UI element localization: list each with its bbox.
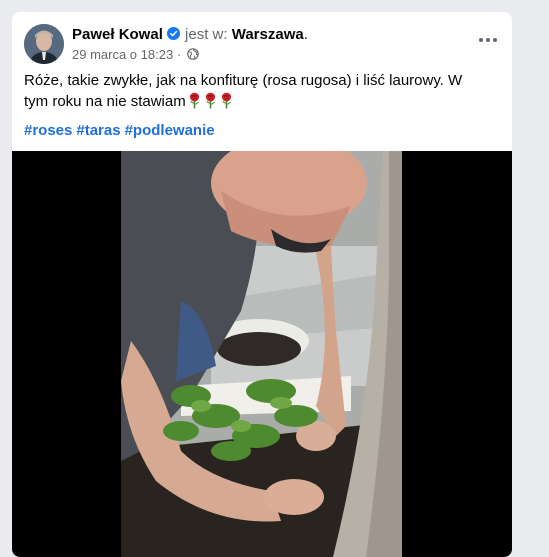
globe-icon	[186, 48, 199, 60]
timestamp-separator: ·	[176, 47, 182, 62]
post-text: Róże, takie zwykłe, jak na konfiturę (ro…	[24, 70, 484, 112]
rose-icon	[187, 92, 202, 109]
video-still-image	[121, 151, 402, 557]
avatar-photo	[24, 24, 64, 64]
location-link[interactable]: Warszawa	[232, 26, 304, 43]
author-name[interactable]: Paweł Kowal	[72, 26, 163, 43]
video-player[interactable]	[12, 151, 512, 557]
hashtag-link[interactable]: #taras	[76, 122, 120, 139]
video-frame[interactable]	[121, 151, 402, 557]
post-header: Paweł Kowal jest w: Warszawa. 29 marca o…	[72, 25, 308, 63]
avatar[interactable]	[24, 24, 64, 64]
hashtag-link[interactable]: #podlewanie	[125, 122, 215, 139]
verified-badge-icon	[166, 26, 180, 40]
hashtags: #roses #taras #podlewanie	[24, 120, 219, 141]
rose-icon	[203, 92, 218, 109]
location-suffix: .	[303, 26, 308, 43]
rose-icon	[219, 92, 234, 109]
hashtag-link[interactable]: #roses	[24, 122, 72, 139]
post-timestamp[interactable]: 29 marca o 18:23	[72, 47, 173, 62]
more-options-icon[interactable]	[474, 30, 502, 50]
location-prefix: jest w:	[185, 26, 228, 43]
post-body: Róże, takie zwykłe, jak na konfiturę (ro…	[24, 72, 463, 110]
post-card: Paweł Kowal jest w: Warszawa. 29 marca o…	[12, 12, 512, 557]
